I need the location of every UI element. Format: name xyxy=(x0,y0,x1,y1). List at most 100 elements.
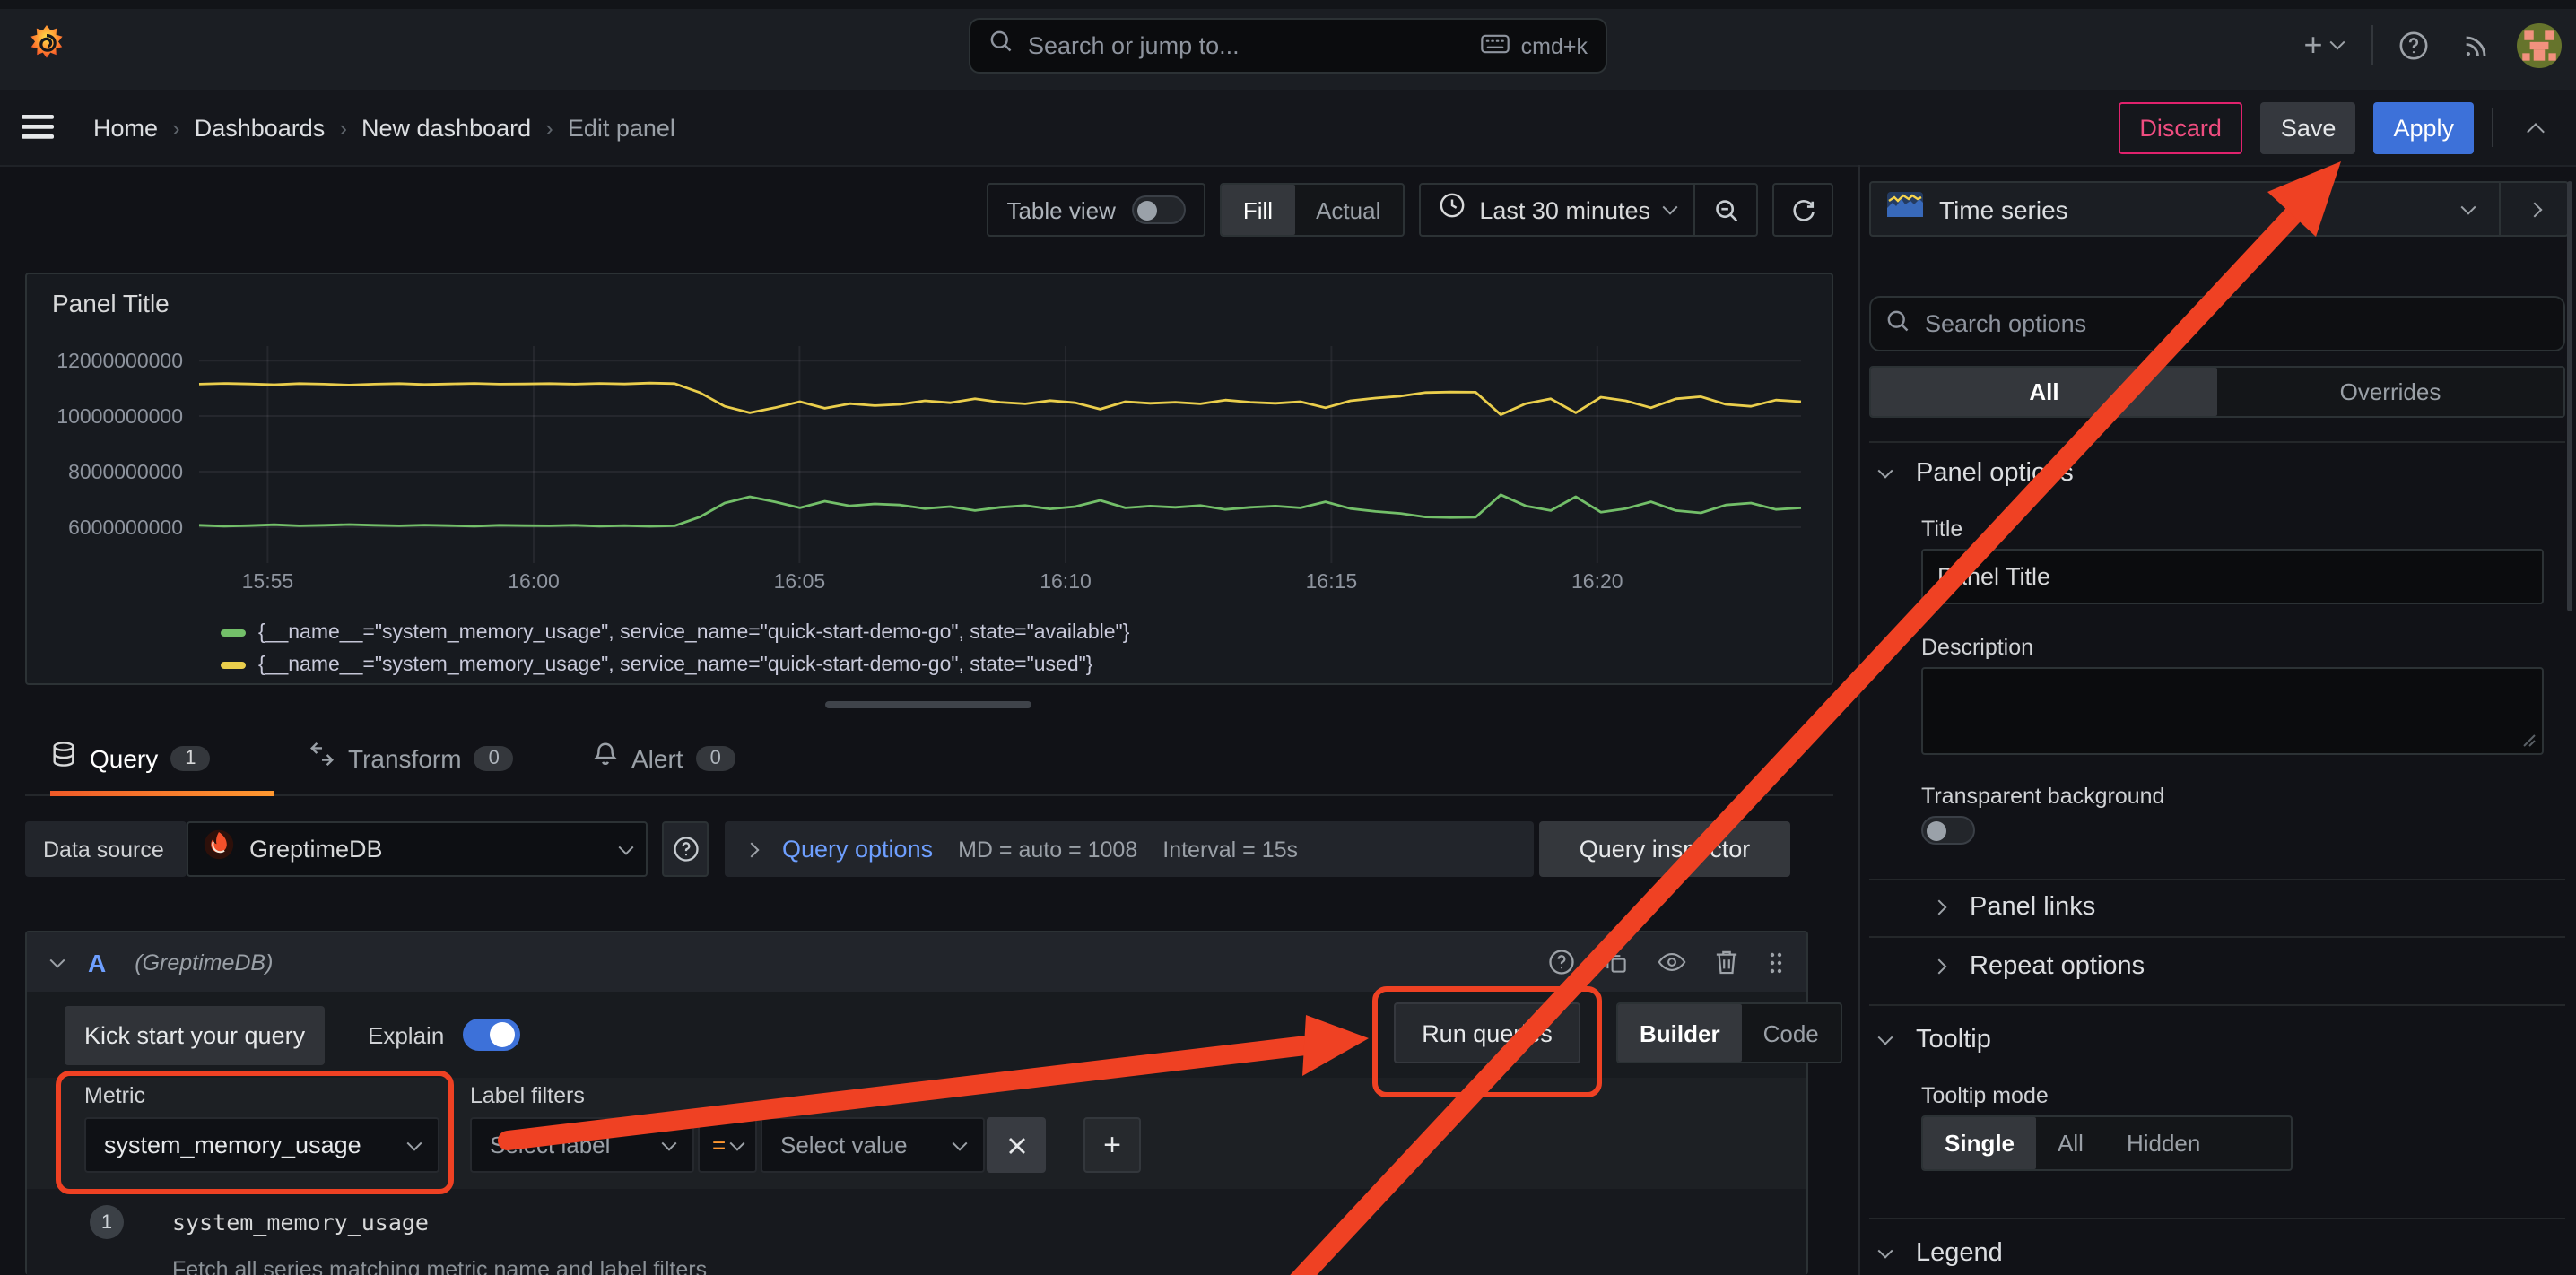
delete-query-trash-icon[interactable] xyxy=(1715,949,1738,976)
search-options-input[interactable]: Search options xyxy=(1869,296,2565,351)
pane-resize-handle[interactable] xyxy=(825,701,1031,708)
fill-option[interactable]: Fill xyxy=(1222,185,1294,235)
clock-icon xyxy=(1438,192,1465,228)
actual-option[interactable]: Actual xyxy=(1294,185,1402,235)
legend-item-available[interactable]: {__name__="system_memory_usage", service… xyxy=(221,622,1129,644)
builder-code-switch: Builder Code xyxy=(1616,1002,1842,1063)
code-option[interactable]: Code xyxy=(1742,1004,1841,1062)
transform-count-badge: 0 xyxy=(474,746,514,771)
tab-query[interactable]: Query 1 xyxy=(50,741,211,776)
mega-menu-icon[interactable] xyxy=(14,104,61,151)
explain-toggle[interactable] xyxy=(463,1019,520,1051)
svg-text:16:15: 16:15 xyxy=(1306,569,1358,593)
query-options-bar: Query options MD = auto = 1008 Interval … xyxy=(725,821,1534,877)
section-repeat-options[interactable]: Repeat options xyxy=(1934,952,2145,981)
time-series-viz-icon xyxy=(1887,192,1923,226)
query-line-number: 1 xyxy=(90,1205,124,1239)
legend-item-used[interactable]: {__name__="system_memory_usage", service… xyxy=(221,655,1093,676)
query-options-interval: Interval = 15s xyxy=(1162,837,1298,862)
svg-text:6000000000: 6000000000 xyxy=(68,516,183,539)
tab-alert[interactable]: Alert 0 xyxy=(592,741,735,776)
breadcrumb-home[interactable]: Home xyxy=(93,114,158,141)
active-tab-underline xyxy=(50,791,274,796)
datasource-name: GreptimeDB xyxy=(249,836,621,863)
query-summary-row: 1 system_memory_usage Fetch all series m… xyxy=(27,1189,1806,1275)
time-range-picker[interactable]: Last 30 minutes xyxy=(1420,185,1693,235)
legend-swatch-available xyxy=(221,629,246,637)
user-avatar[interactable] xyxy=(2515,22,2562,68)
hide-query-eye-icon[interactable] xyxy=(1658,952,1686,972)
tooltip-mode-single[interactable]: Single xyxy=(1923,1117,2036,1169)
visualization-picker[interactable]: Time series xyxy=(1869,181,2569,237)
window-top-strip xyxy=(0,0,2576,9)
filter-tab-all[interactable]: All xyxy=(1871,368,2217,416)
query-expression-hint: Fetch all series matching metric name an… xyxy=(172,1257,707,1275)
breadcrumb-new-dashboard[interactable]: New dashboard xyxy=(361,114,531,141)
collapse-options-pane-icon[interactable] xyxy=(2511,104,2558,151)
builder-option[interactable]: Builder xyxy=(1618,1004,1742,1062)
operator-dropdown[interactable]: = xyxy=(698,1117,757,1173)
section-panel-options[interactable]: Panel options xyxy=(1880,459,2074,488)
query-help-icon[interactable] xyxy=(1548,949,1575,976)
apply-button[interactable]: Apply xyxy=(2373,101,2474,153)
select-label-dropdown[interactable]: Select label xyxy=(470,1117,694,1173)
query-ref-id[interactable]: A xyxy=(88,948,106,976)
panel-preview-card: Panel Title 15:5516:0016:0516:1016:1516:… xyxy=(25,273,1833,685)
viz-suggestions-expand-icon[interactable] xyxy=(2501,183,2567,235)
explain-label: Explain xyxy=(368,1022,444,1049)
drag-handle-icon[interactable] xyxy=(1767,950,1785,975)
global-search-input[interactable]: Search or jump to... cmd+k xyxy=(969,18,1607,74)
duplicate-query-icon[interactable] xyxy=(1604,950,1629,975)
query-options-expand-icon[interactable] xyxy=(744,842,760,857)
table-view-toggle[interactable] xyxy=(1132,195,1186,224)
description-label: Description xyxy=(1921,635,2033,660)
zoom-out-time-icon[interactable] xyxy=(1695,185,1756,235)
search-icon xyxy=(988,29,1014,63)
news-rss-icon[interactable] xyxy=(2452,22,2499,68)
options-filter-tabs: All Overrides xyxy=(1869,366,2565,418)
grafana-edit-panel-screen: Search or jump to... cmd+k + Home xyxy=(0,0,2576,1275)
refresh-icon[interactable] xyxy=(1772,183,1833,237)
query-options-link[interactable]: Query options xyxy=(782,836,933,863)
grafana-logo-icon[interactable] xyxy=(25,23,68,70)
query-options-md: MD = auto = 1008 xyxy=(958,837,1137,862)
select-value-dropdown[interactable]: Select value xyxy=(761,1117,985,1173)
metric-select[interactable]: system_memory_usage xyxy=(84,1117,439,1173)
breadcrumb-dashboards[interactable]: Dashboards xyxy=(195,114,326,141)
section-panel-links[interactable]: Panel links xyxy=(1934,893,2095,922)
filter-tab-overrides[interactable]: Overrides xyxy=(2217,368,2563,416)
topbar-divider xyxy=(2371,25,2373,65)
add-filter-button[interactable]: + xyxy=(1083,1117,1141,1173)
tooltip-mode-all[interactable]: All xyxy=(2036,1117,2105,1169)
query-inspector-button[interactable]: Query inspector xyxy=(1539,821,1790,877)
panel-title-input[interactable]: Panel Title xyxy=(1921,549,2544,604)
query-datasource-hint: (GreptimeDB) xyxy=(135,950,273,975)
sidebar-scrollbar[interactable] xyxy=(2567,181,2572,611)
save-button[interactable]: Save xyxy=(2261,101,2356,153)
discard-button[interactable]: Discard xyxy=(2118,101,2243,153)
transparent-background-toggle[interactable] xyxy=(1921,816,1975,845)
datasource-picker[interactable]: GreptimeDB xyxy=(187,821,648,877)
datasource-label: Data source xyxy=(25,821,187,877)
query-row-header[interactable]: A (GreptimeDB) xyxy=(27,932,1806,992)
table-view-control: Table view xyxy=(987,183,1205,237)
svg-text:16:10: 16:10 xyxy=(1040,569,1092,593)
section-legend[interactable]: Legend xyxy=(1880,1239,2003,1268)
add-menu-button[interactable]: + xyxy=(2291,22,2355,68)
database-icon xyxy=(50,741,77,776)
run-queries-button[interactable]: Run queries xyxy=(1394,1002,1580,1063)
tooltip-mode-hidden[interactable]: Hidden xyxy=(2105,1117,2222,1169)
remove-filter-button[interactable] xyxy=(987,1117,1046,1173)
kick-start-query-button[interactable]: Kick start your query xyxy=(65,1006,325,1065)
visualization-name: Time series xyxy=(1939,195,2463,223)
svg-text:15:55: 15:55 xyxy=(242,569,294,593)
section-tooltip[interactable]: Tooltip xyxy=(1880,1026,1991,1054)
svg-text:16:05: 16:05 xyxy=(774,569,826,593)
collapse-query-icon[interactable] xyxy=(50,952,65,967)
datasource-help-icon[interactable] xyxy=(662,821,709,877)
svg-text:16:00: 16:00 xyxy=(508,569,560,593)
tab-transform[interactable]: Transform 0 xyxy=(309,741,514,776)
help-icon[interactable] xyxy=(2389,22,2436,68)
greptimedb-logo-icon xyxy=(203,828,235,870)
description-textarea[interactable] xyxy=(1921,667,2544,755)
